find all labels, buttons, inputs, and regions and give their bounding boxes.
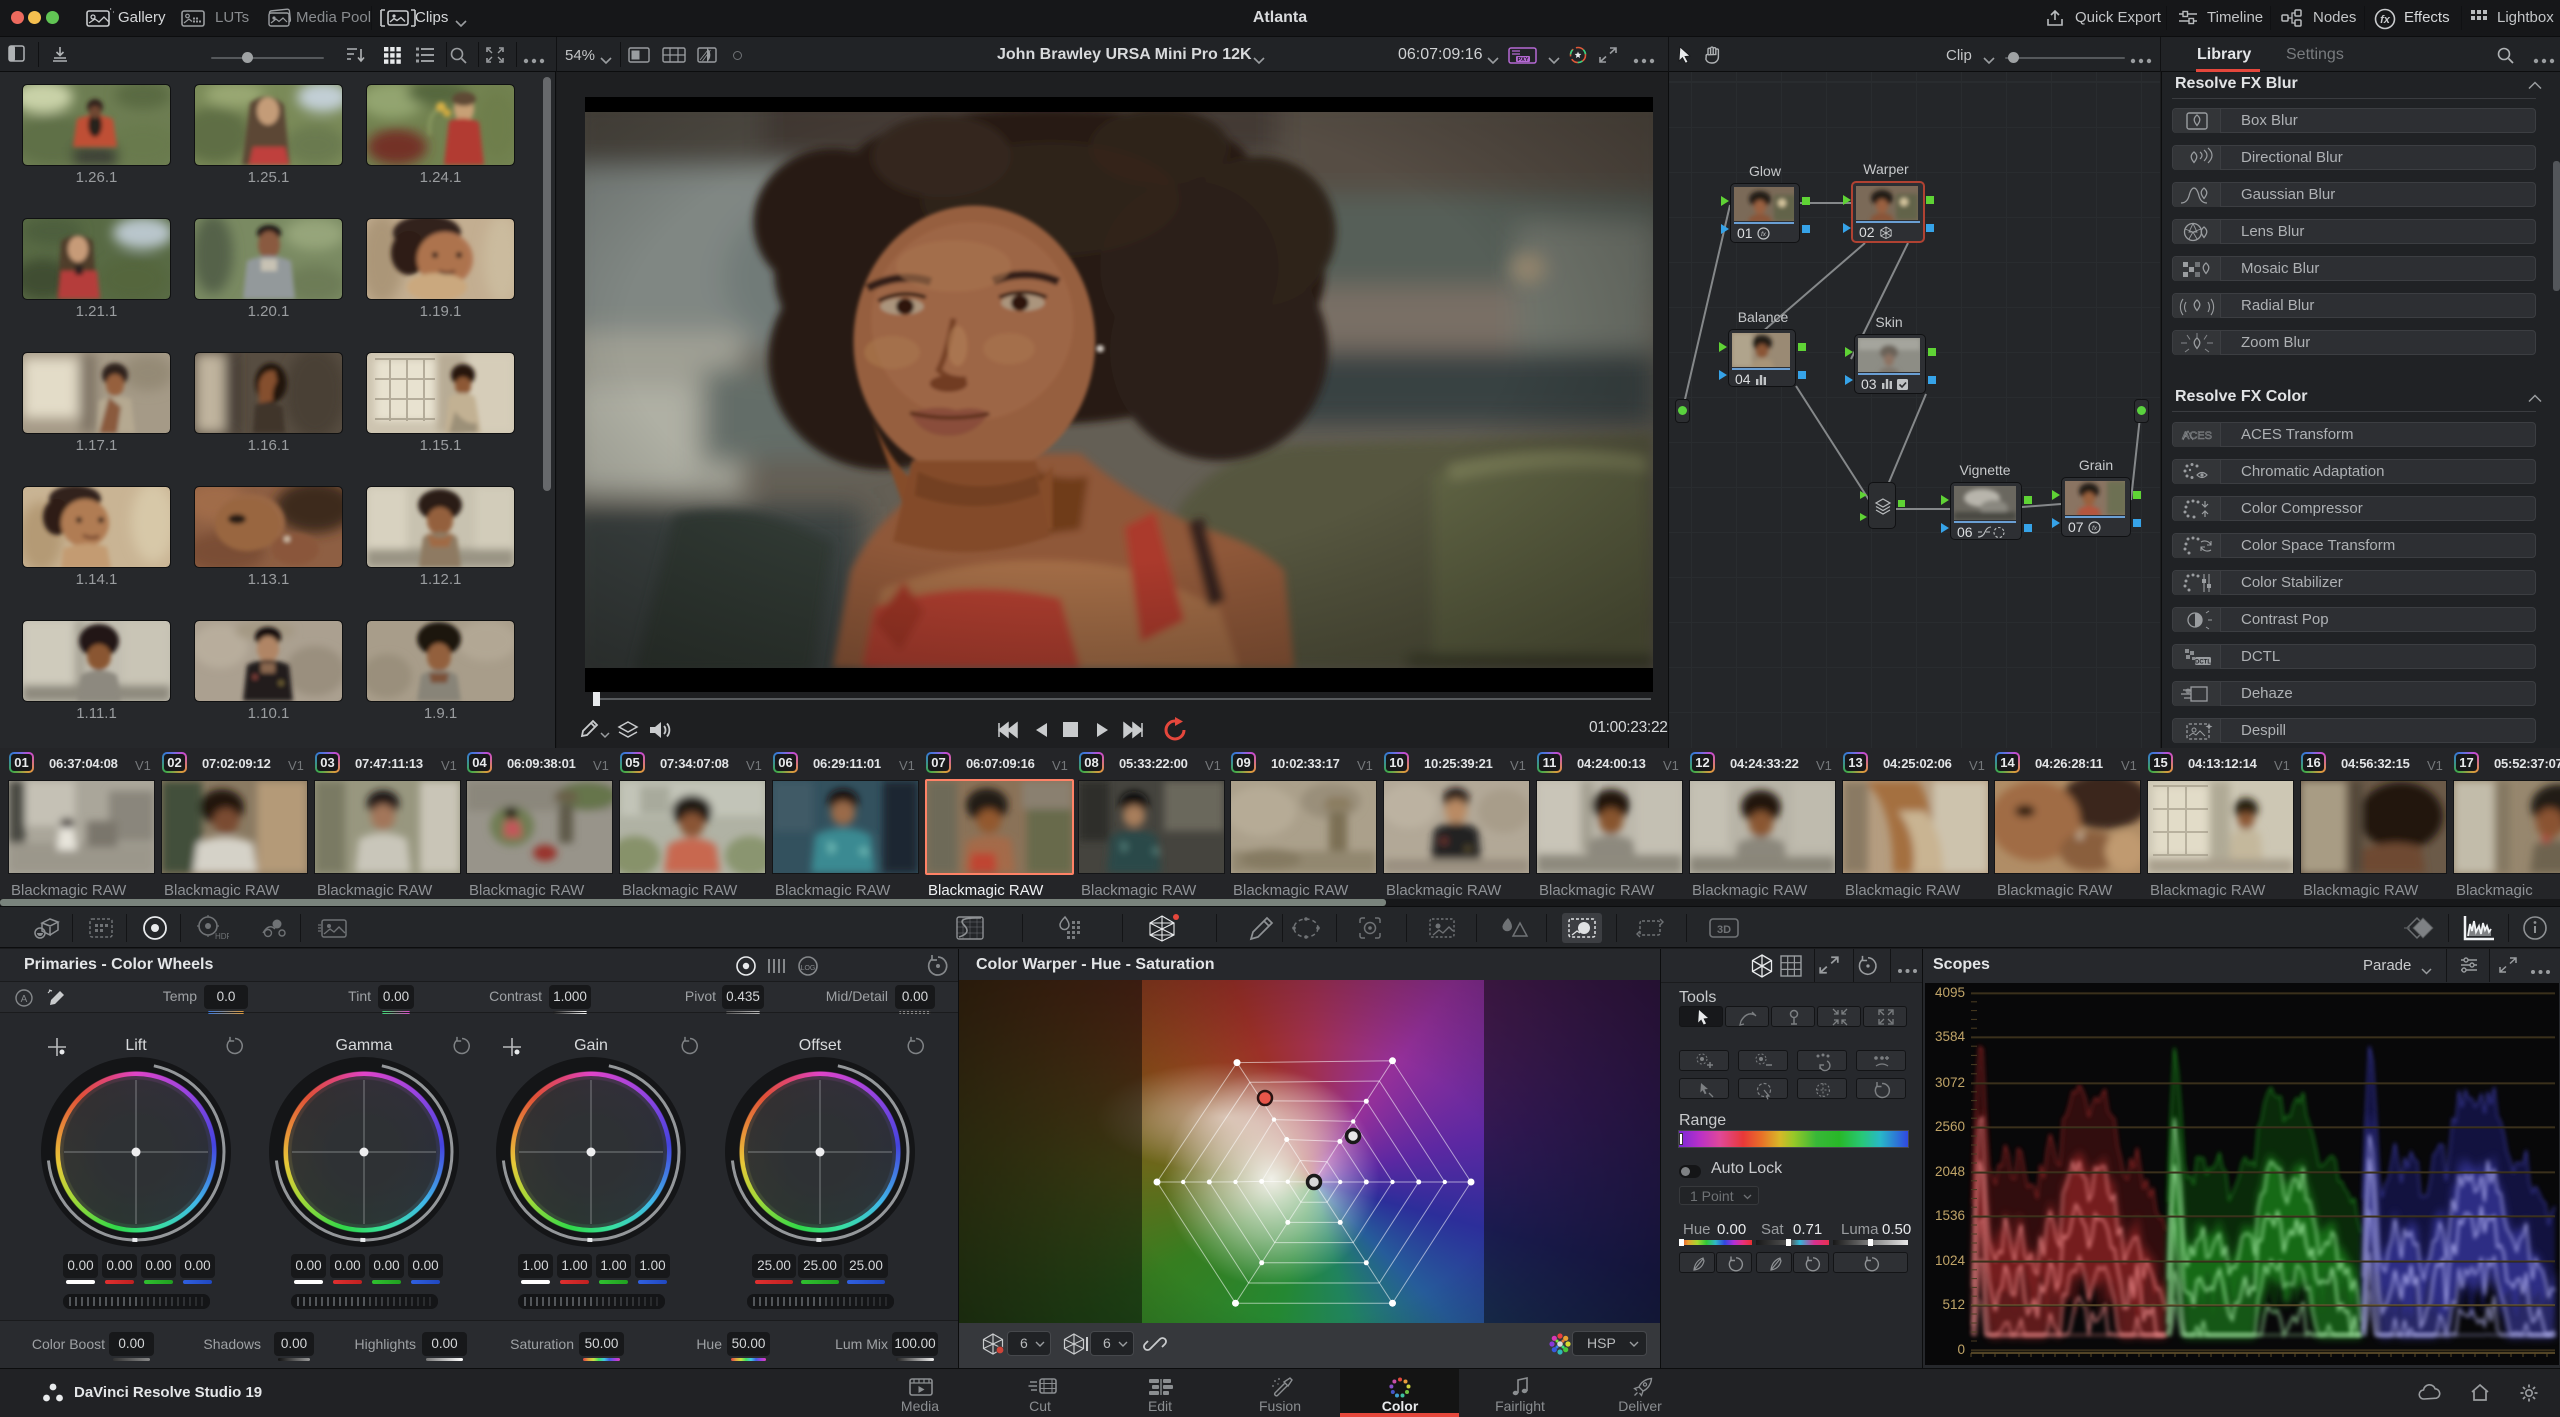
svg-text:3D: 3D bbox=[1717, 924, 1731, 936]
svg-text:A: A bbox=[21, 994, 28, 1005]
svg-text:fx: fx bbox=[2092, 525, 2098, 532]
svg-text:ACES: ACES bbox=[2182, 430, 2212, 442]
svg-text:fx: fx bbox=[1761, 231, 1767, 238]
svg-text:PXY: PXY bbox=[1517, 57, 1528, 63]
svg-text:HDR: HDR bbox=[215, 932, 229, 941]
svg-text:DCTL: DCTL bbox=[2195, 660, 2211, 666]
svg-text:LOG: LOG bbox=[801, 965, 816, 972]
svg-text:fx: fx bbox=[2380, 14, 2391, 26]
